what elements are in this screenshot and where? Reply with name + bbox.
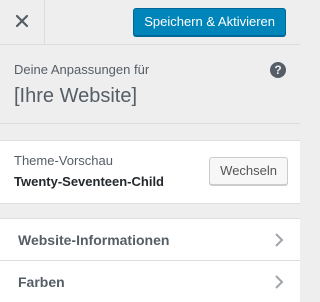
chevron-right-icon bbox=[272, 232, 286, 248]
info-label: Deine Anpassungen für bbox=[14, 62, 150, 77]
close-icon bbox=[15, 13, 29, 32]
customize-info-section: Deine Anpassungen für [Ihre Website] ? bbox=[0, 46, 300, 124]
nav-item-label: Website-Informationen bbox=[18, 232, 170, 248]
change-theme-button[interactable]: Wechseln bbox=[209, 157, 288, 185]
help-icon[interactable]: ? bbox=[270, 62, 286, 78]
theme-preview-section: Theme-Vorschau Twenty-Seventeen-Child We… bbox=[0, 140, 300, 204]
save-activate-button[interactable]: Speichern & Aktivieren bbox=[133, 8, 286, 36]
nav-item-site-identity[interactable]: Website-Informationen bbox=[0, 219, 300, 261]
nav-item-colors[interactable]: Farben bbox=[0, 261, 300, 302]
chevron-right-icon bbox=[272, 274, 286, 290]
theme-name: Twenty-Seventeen-Child bbox=[14, 174, 165, 189]
customizer-panel-list: Website-Informationen Farben bbox=[0, 218, 300, 302]
site-title: [Ihre Website] bbox=[14, 85, 138, 107]
theme-preview-label: Theme-Vorschau bbox=[14, 153, 113, 168]
nav-item-label: Farben bbox=[18, 274, 65, 290]
customizer-header: Speichern & Aktivieren bbox=[0, 0, 300, 45]
close-button[interactable] bbox=[0, 0, 45, 45]
